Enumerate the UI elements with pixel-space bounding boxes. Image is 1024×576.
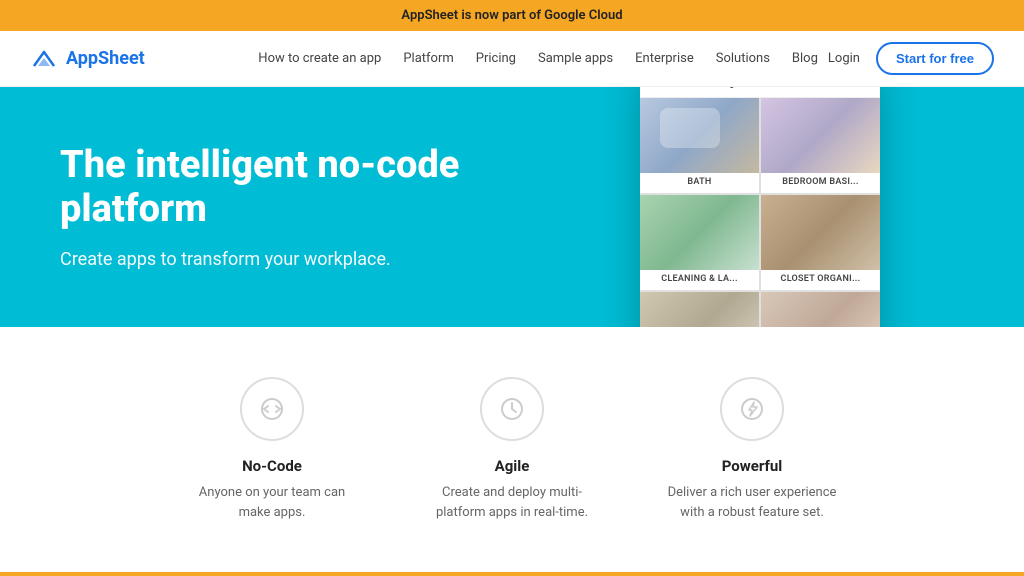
- features-section: No-Code Anyone on your team can make app…: [0, 327, 1024, 572]
- category-floor[interactable]: FLOOR...: [640, 292, 759, 327]
- feature-agile: Agile Create and deploy multi-platform a…: [422, 377, 602, 522]
- nav-link-enterprise[interactable]: Enterprise: [635, 51, 694, 66]
- phone-title: Inventory: [674, 87, 820, 89]
- nav-link-solutions[interactable]: Solutions: [716, 51, 770, 66]
- top-banner: AppSheet is now part of Google Cloud: [0, 0, 1024, 31]
- phone-refresh-icon[interactable]: ↻: [856, 87, 868, 88]
- no-code-icon: [256, 393, 288, 425]
- category-bath[interactable]: BATH: [640, 98, 759, 193]
- start-free-button[interactable]: Start for free: [876, 42, 994, 75]
- powerful-desc: Deliver a rich user experience with a ro…: [662, 483, 842, 522]
- nav-link-blog[interactable]: Blog: [792, 51, 818, 66]
- category-kitchen[interactable]: KITCHEN...: [761, 292, 880, 327]
- logo-text: AppSheet: [66, 48, 145, 69]
- no-code-title: No-Code: [242, 457, 302, 475]
- closet-image: [761, 195, 880, 270]
- cleaning-label: CLEANING & LA...: [655, 270, 744, 290]
- hero-title: The intelligent no-code platform: [60, 144, 560, 231]
- nav-link-pricing[interactable]: Pricing: [476, 51, 516, 66]
- bottom-accent-bar: [0, 572, 1024, 576]
- logo[interactable]: AppSheet: [30, 48, 145, 70]
- logo-icon: [30, 48, 58, 70]
- powerful-icon-wrap: [720, 377, 784, 441]
- feature-no-code: No-Code Anyone on your team can make app…: [182, 377, 362, 522]
- powerful-title: Powerful: [722, 457, 783, 475]
- login-link[interactable]: Login: [828, 51, 860, 66]
- agile-desc: Create and deploy multi-platform apps in…: [422, 483, 602, 522]
- nav-links: How to create an app Platform Pricing Sa…: [258, 51, 818, 66]
- bath-image: [640, 98, 759, 173]
- floor-image: [640, 292, 759, 327]
- nav-link-sample-apps[interactable]: Sample apps: [538, 51, 613, 66]
- phone-mockup: ☰ Inventory 🔍 ↻ BATH BEDROOM BASI...: [640, 87, 880, 327]
- bedroom-label: BEDROOM BASI...: [776, 173, 864, 193]
- bedroom-image: [761, 98, 880, 173]
- no-code-icon-wrap: [240, 377, 304, 441]
- powerful-icon: [736, 393, 768, 425]
- banner-text: AppSheet is now part of Google Cloud: [401, 8, 622, 23]
- category-closet[interactable]: CLOSET ORGANI...: [761, 195, 880, 290]
- nav-link-how-to[interactable]: How to create an app: [258, 51, 381, 66]
- nav-link-platform[interactable]: Platform: [403, 51, 453, 66]
- bath-label: BATH: [681, 173, 717, 193]
- category-cleaning[interactable]: CLEANING & LA...: [640, 195, 759, 290]
- cleaning-image: [640, 195, 759, 270]
- closet-label: CLOSET ORGANI...: [775, 270, 867, 290]
- hero-subtitle: Create apps to transform your workplace.: [60, 249, 560, 270]
- phone-area: ☰ Inventory 🔍 ↻ BATH BEDROOM BASI...: [600, 87, 900, 327]
- no-code-desc: Anyone on your team can make apps.: [182, 483, 362, 522]
- agile-title: Agile: [495, 457, 530, 475]
- phone-top-bar: ☰ Inventory 🔍 ↻: [640, 87, 880, 98]
- hero-section: The intelligent no-code platform Create …: [0, 87, 1024, 327]
- phone-category-grid: BATH BEDROOM BASI... CLEANING & LA... CL…: [640, 98, 880, 327]
- kitchen-image: [761, 292, 880, 327]
- hero-text-area: The intelligent no-code platform Create …: [0, 87, 600, 327]
- phone-action-icons: 🔍 ↻: [829, 87, 868, 88]
- category-bedroom[interactable]: BEDROOM BASI...: [761, 98, 880, 193]
- phone-menu-icon: ☰: [652, 87, 666, 89]
- agile-icon: [496, 393, 528, 425]
- phone-search-icon[interactable]: 🔍: [829, 87, 846, 88]
- agile-icon-wrap: [480, 377, 544, 441]
- feature-powerful: Powerful Deliver a rich user experience …: [662, 377, 842, 522]
- navbar: AppSheet How to create an app Platform P…: [0, 31, 1024, 87]
